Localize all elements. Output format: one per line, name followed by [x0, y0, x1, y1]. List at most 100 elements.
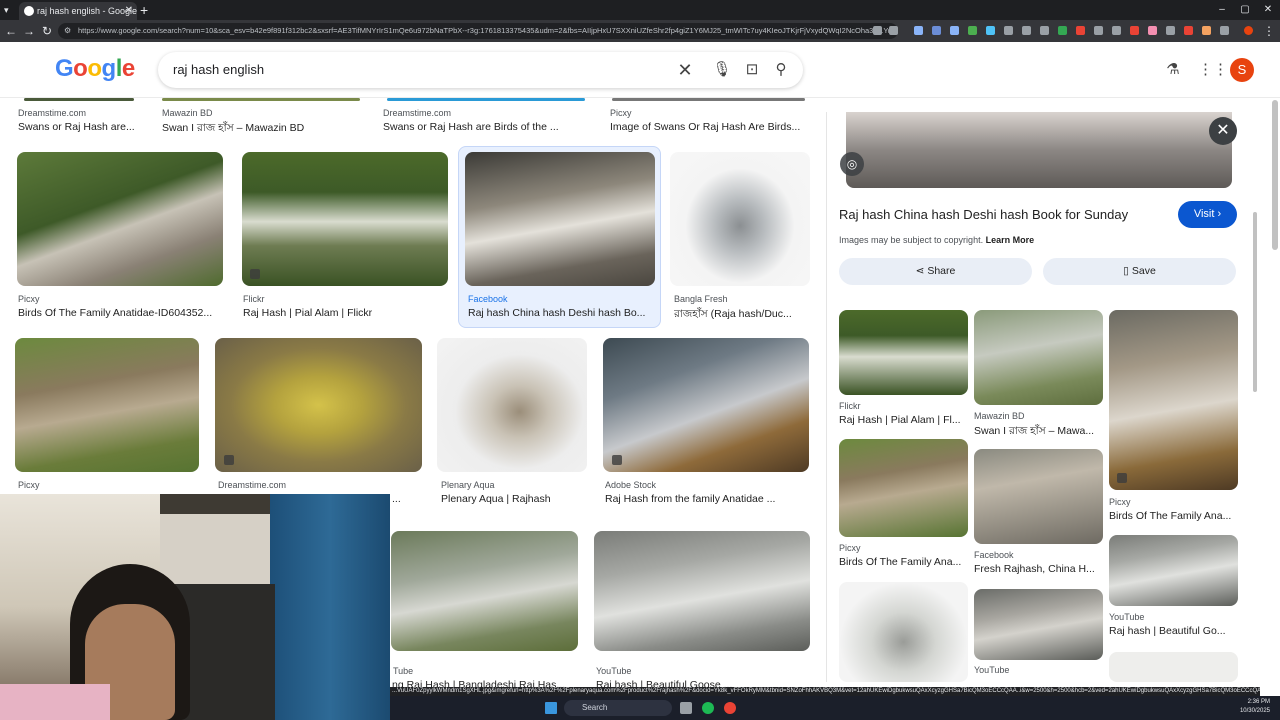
related-source[interactable]: Picxy [839, 543, 861, 553]
close-window-icon[interactable]: ✕ [1256, 0, 1280, 20]
tab-list-icon[interactable]: ▾ [4, 0, 9, 20]
search-box[interactable]: raj hash english [158, 52, 803, 88]
result-title[interactable]: Birds Of The Family Anatidae-ID604352... [18, 307, 224, 319]
result-image[interactable] [15, 338, 199, 472]
search-icon[interactable]: ⚲ [770, 52, 792, 88]
result-title[interactable]: Swans or Raj Hash are Birds of the ... [383, 121, 593, 133]
extension-icon[interactable] [1202, 26, 1211, 35]
panel-scrollbar[interactable] [1252, 112, 1258, 682]
result-source[interactable]: Adobe Stock [605, 480, 656, 490]
result-source[interactable]: YouTube [596, 666, 631, 676]
related-title[interactable]: Fresh Rajhash, China H... [974, 563, 1102, 575]
related-source[interactable]: YouTube [1109, 612, 1144, 622]
result-source[interactable]: Dreamstime.com [383, 108, 451, 118]
result-image[interactable] [162, 98, 360, 101]
extension-icon[interactable] [1040, 26, 1049, 35]
related-title[interactable]: Birds Of The Family Ana... [839, 556, 969, 568]
result-source[interactable]: Flickr [243, 294, 265, 304]
avatar[interactable]: S [1230, 58, 1254, 82]
search-input[interactable]: raj hash english [173, 52, 264, 88]
preview-image[interactable] [846, 112, 1232, 188]
extension-icon[interactable] [950, 26, 959, 35]
related-image[interactable] [974, 589, 1103, 660]
address-bar[interactable]: ⚙ https://www.google.com/search?num=10&s… [58, 23, 898, 39]
browser-tab[interactable]: raj hash english - Google Search ✕ [19, 2, 137, 20]
result-image[interactable] [17, 152, 223, 286]
clear-search-icon[interactable]: ✕ [674, 52, 696, 88]
related-title[interactable]: Birds Of The Family Ana... [1109, 510, 1237, 522]
lens-search-icon[interactable]: ◎ [840, 152, 864, 176]
result-source[interactable]: Picxy [610, 108, 632, 118]
extension-icon[interactable] [1112, 26, 1121, 35]
result-image[interactable] [387, 98, 585, 101]
result-image[interactable] [594, 531, 810, 651]
taskbar-clock[interactable]: 2:36 PM 10/30/2025 [1230, 698, 1270, 716]
result-image[interactable] [24, 98, 134, 101]
result-source[interactable]: Tube [393, 666, 413, 676]
preview-title[interactable]: Raj hash China hash Deshi hash Book for … [839, 207, 1128, 222]
extension-icon[interactable] [1058, 26, 1067, 35]
result-title[interactable]: Plenary Aqua | Rajhash [441, 493, 591, 505]
result-image[interactable] [670, 152, 810, 286]
result-title[interactable]: Raj Hash from the family Anatidae ... [605, 493, 809, 505]
result-title[interactable]: Swan I রাজ হাঁস – Mawazin BD [162, 121, 372, 138]
result-image[interactable] [215, 338, 422, 472]
result-source[interactable]: Dreamstime.com [218, 480, 286, 490]
voice-search-icon[interactable]: 🎙 [711, 52, 733, 88]
extension-icon[interactable] [1004, 26, 1013, 35]
chrome-icon[interactable] [724, 702, 736, 714]
extension-icon[interactable] [1220, 26, 1229, 35]
visit-button[interactable]: Visit › [1178, 201, 1237, 228]
related-source[interactable]: YouTube [974, 665, 1009, 675]
result-title[interactable]: Raj hash China hash Deshi hash Bo... [468, 307, 656, 319]
related-image[interactable] [974, 449, 1103, 544]
forward-icon[interactable]: → [20, 20, 38, 42]
related-image[interactable] [1109, 652, 1238, 682]
related-source[interactable]: Facebook [974, 550, 1014, 560]
extension-icon[interactable] [1094, 26, 1103, 35]
result-title[interactable]: রাজহাঁস (Raja hash/Duc... [674, 307, 808, 324]
minimize-icon[interactable]: – [1210, 0, 1234, 20]
extension-icon[interactable] [1130, 26, 1139, 35]
close-tab-icon[interactable]: ✕ [125, 2, 133, 20]
extension-icon[interactable] [1076, 26, 1085, 35]
result-image[interactable] [603, 338, 809, 472]
extension-icon[interactable] [1184, 26, 1193, 35]
image-search-icon[interactable]: ⊡ [741, 52, 763, 88]
taskbar-search[interactable]: Search [564, 700, 672, 716]
result-title[interactable]: Image of Swans Or Raj Hash Are Birds... [610, 121, 810, 133]
related-title[interactable]: Raj Hash | Pial Alam | Fl... [839, 414, 969, 426]
site-info-icon[interactable]: ⚙ [64, 23, 71, 39]
reload-icon[interactable]: ↻ [38, 20, 56, 42]
scrollbar-thumb[interactable] [1253, 212, 1257, 392]
result-image[interactable] [437, 338, 587, 472]
bookmark-star-icon[interactable] [889, 26, 898, 35]
extension-icon[interactable] [1022, 26, 1031, 35]
zoom-icon[interactable] [873, 26, 882, 35]
result-source[interactable]: Picxy [18, 480, 40, 490]
result-image[interactable] [612, 98, 805, 101]
related-title[interactable]: Swan I রাজ হাঁস – Mawa... [974, 424, 1102, 441]
result-source[interactable]: Dreamstime.com [18, 108, 86, 118]
page-scrollbar[interactable] [1272, 100, 1278, 250]
close-panel-icon[interactable]: ✕ [1209, 117, 1237, 145]
extension-icon[interactable] [1166, 26, 1175, 35]
profile-icon[interactable] [1244, 26, 1253, 35]
maximize-icon[interactable]: ▢ [1233, 0, 1257, 20]
result-title[interactable]: ... [392, 493, 412, 505]
result-title[interactable]: Swans or Raj Hash are... [18, 121, 158, 133]
related-source[interactable]: Picxy [1109, 497, 1131, 507]
result-source[interactable]: Plenary Aqua [441, 480, 495, 490]
labs-flask-icon[interactable]: ⚗ [1162, 52, 1184, 88]
result-source[interactable]: Mawazin BD [162, 108, 213, 118]
result-source[interactable]: Facebook [468, 294, 508, 304]
related-source[interactable]: Mawazin BD [974, 411, 1025, 421]
related-image[interactable] [839, 582, 968, 682]
extension-icon[interactable] [914, 26, 923, 35]
result-title[interactable]: Raj Hash | Pial Alam | Flickr [243, 307, 449, 319]
google-logo[interactable]: Google [55, 55, 135, 83]
extension-icon[interactable] [1148, 26, 1157, 35]
result-source[interactable]: Picxy [18, 294, 40, 304]
related-image[interactable] [1109, 535, 1238, 606]
menu-dots-icon[interactable]: ⋮ [1260, 20, 1278, 42]
